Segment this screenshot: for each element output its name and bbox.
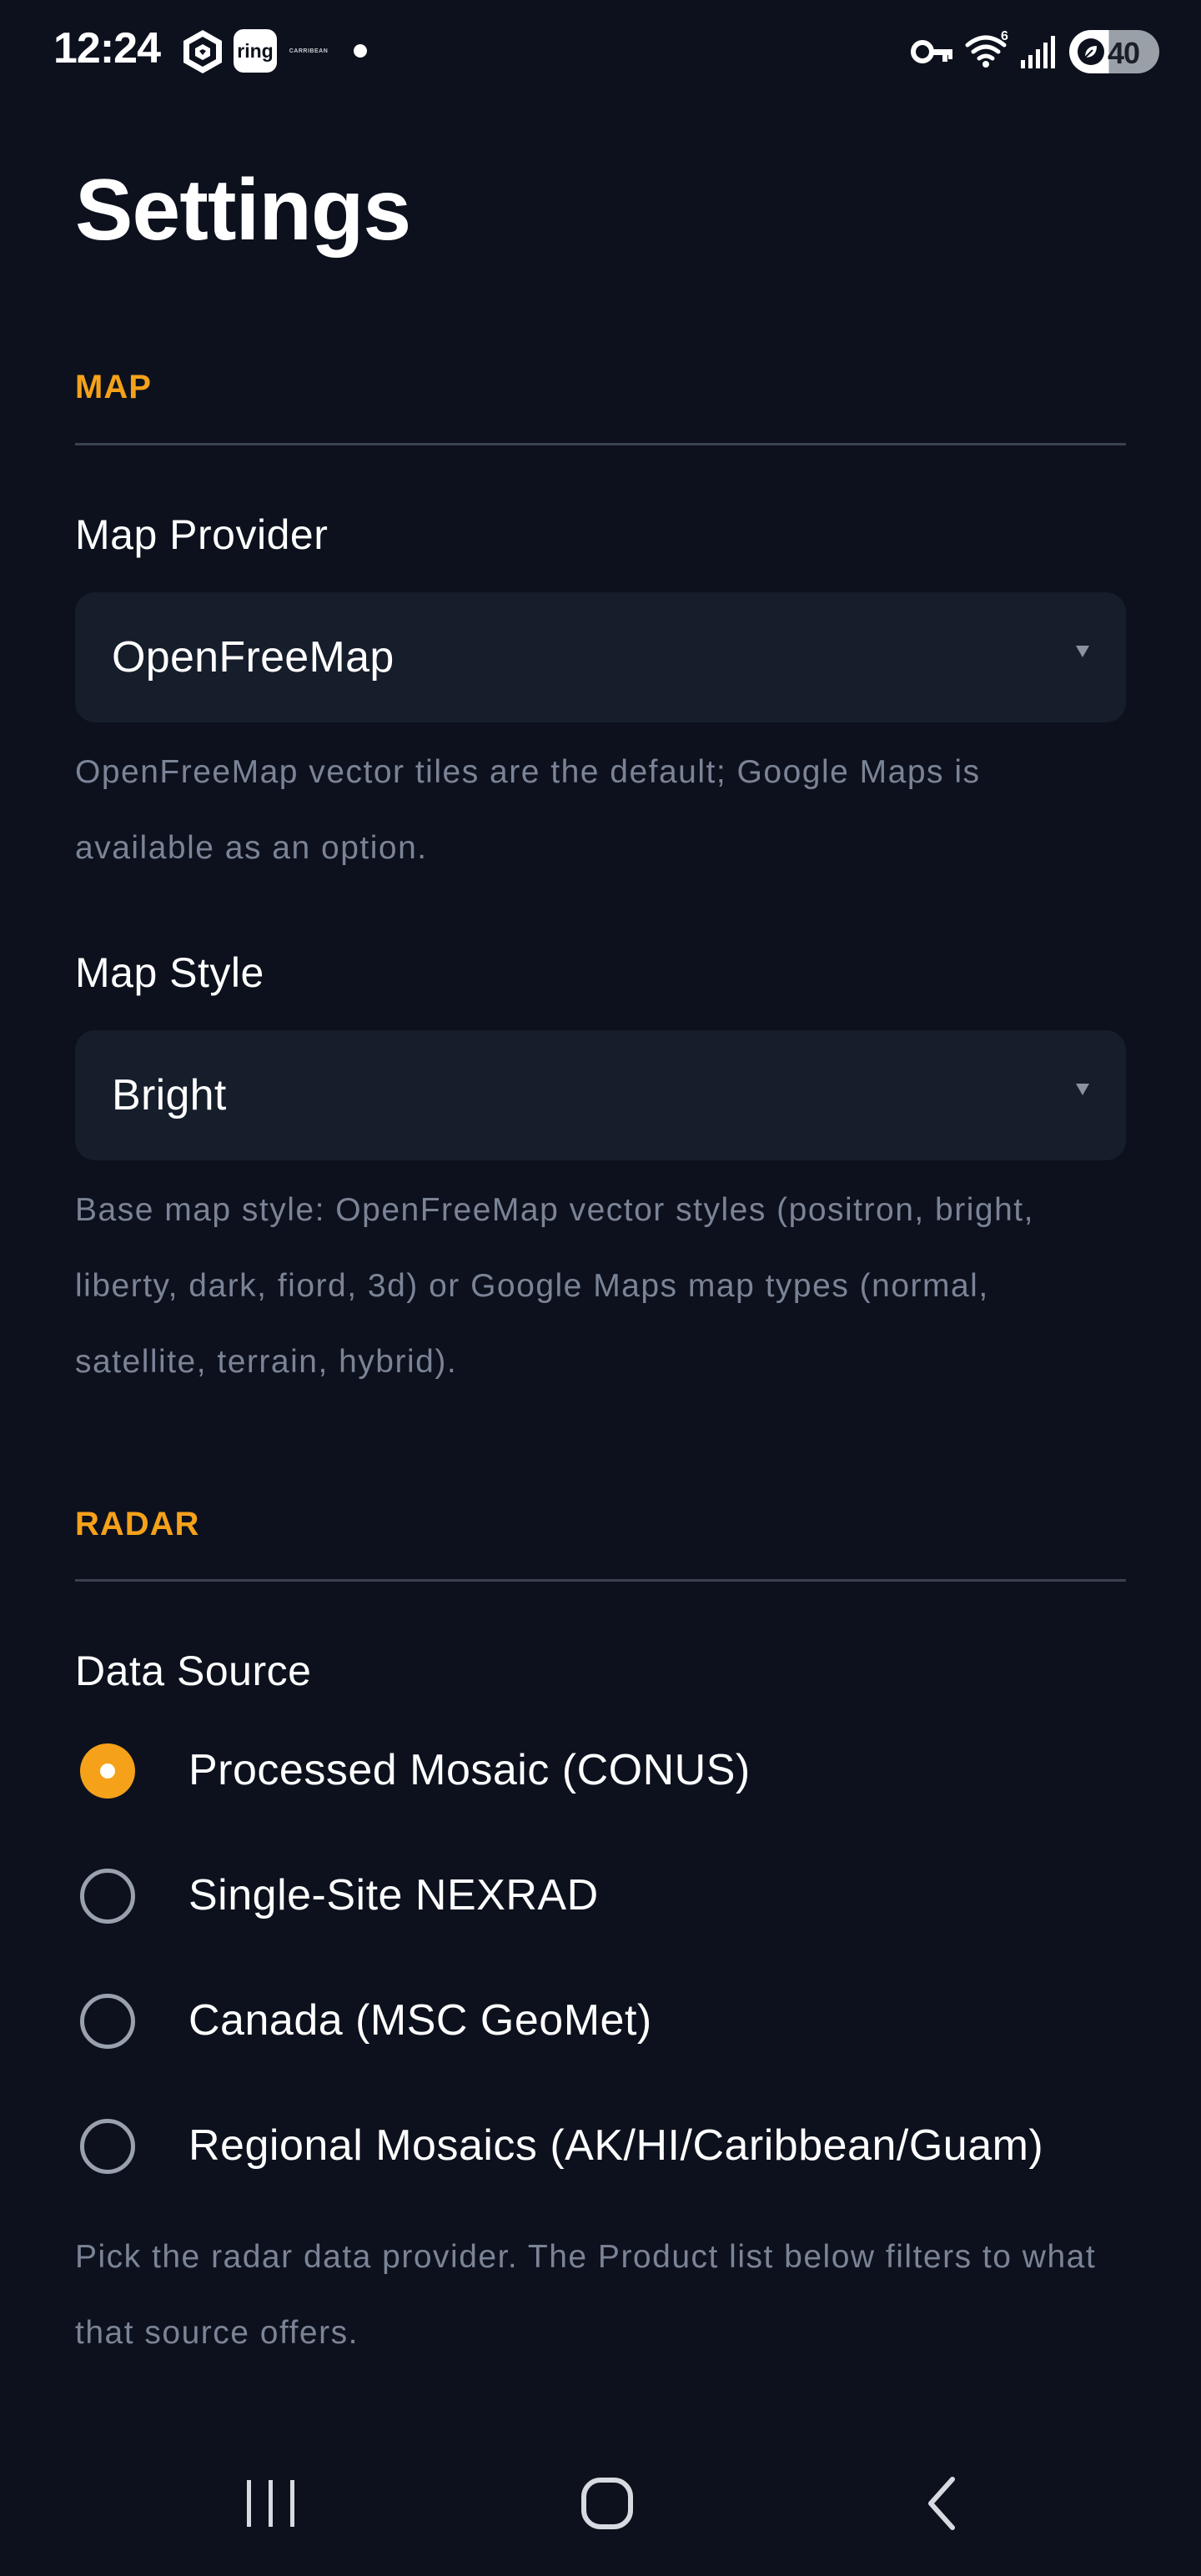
radio-option-canada-msc-geomet[interactable]: Canada (MSC GeoMet) <box>75 1979 1159 2070</box>
cell-signal-icon <box>1019 33 1061 70</box>
map-provider-help: OpenFreeMap vector tiles are the default… <box>75 754 981 866</box>
status-time: 12:24 <box>53 24 161 73</box>
radio-option-regional-mosaics[interactable]: Regional Mosaics (AK/HI/Caribbean/Guam) <box>75 2104 1159 2196</box>
back-icon[interactable] <box>892 2458 992 2549</box>
map-style-label: Map Style <box>75 949 264 996</box>
section-divider-map <box>75 443 1126 445</box>
section-divider-radar <box>75 1579 1126 1582</box>
brand-app-icon <box>178 28 227 76</box>
ring-app-label: ring <box>237 39 274 62</box>
radio-button[interactable] <box>80 1994 135 2049</box>
radio-label: Canada (MSC GeoMet) <box>188 1996 652 2045</box>
radio-label: Regional Mosaics (AK/HI/Caribbean/Guam) <box>188 2121 1044 2170</box>
small-app-icon: CARRIBEAN <box>284 40 334 62</box>
radio-option-processed-mosaic[interactable]: Processed Mosaic (CONUS) <box>75 1728 1159 1820</box>
radio-dot <box>100 1763 115 1779</box>
chevron-down-icon <box>1076 646 1089 657</box>
map-provider-label: Map Provider <box>75 511 329 558</box>
home-icon[interactable] <box>557 2458 657 2549</box>
map-style-help: Base map style: OpenFreeMap vector style… <box>75 1192 1034 1380</box>
vpn-key-icon <box>909 33 956 70</box>
data-source-label: Data Source <box>75 1648 312 1694</box>
status-bar: 12:24 ring CARRIBEAN 6 40 <box>0 0 1201 105</box>
map-provider-dropdown[interactable]: OpenFreeMap <box>75 592 1126 722</box>
map-style-dropdown[interactable]: Bright <box>75 1030 1126 1160</box>
radio-option-single-site-nexrad[interactable]: Single-Site NEXRAD <box>75 1854 1159 1945</box>
page-title: Settings <box>75 162 411 259</box>
map-style-value: Bright <box>112 1071 227 1119</box>
battery-level: 40 <box>1108 36 1140 70</box>
radio-label: Processed Mosaic (CONUS) <box>188 1746 751 1794</box>
wifi-icon: 6 <box>964 28 1011 70</box>
radio-button-selected[interactable] <box>80 1743 135 1799</box>
recents-icon[interactable] <box>221 2458 321 2549</box>
radio-button[interactable] <box>80 2119 135 2174</box>
notification-dot-icon <box>354 44 367 58</box>
radio-label: Single-Site NEXRAD <box>188 1871 599 1919</box>
data-source-help: Pick the radar data provider. The Produc… <box>75 2239 1097 2351</box>
battery-leaf-icon <box>1078 38 1104 65</box>
small-app-label: CARRIBEAN <box>289 48 329 54</box>
radio-button[interactable] <box>80 1869 135 1924</box>
ring-app-icon: ring <box>234 29 277 73</box>
svg-text:6: 6 <box>1001 29 1008 43</box>
map-provider-value: OpenFreeMap <box>112 633 394 682</box>
battery-indicator: 40 <box>1069 30 1159 73</box>
system-nav-bar <box>0 2436 1201 2576</box>
chevron-down-icon <box>1076 1084 1089 1095</box>
section-header-map: MAP <box>75 369 152 405</box>
section-header-radar: RADAR <box>75 1506 200 1542</box>
